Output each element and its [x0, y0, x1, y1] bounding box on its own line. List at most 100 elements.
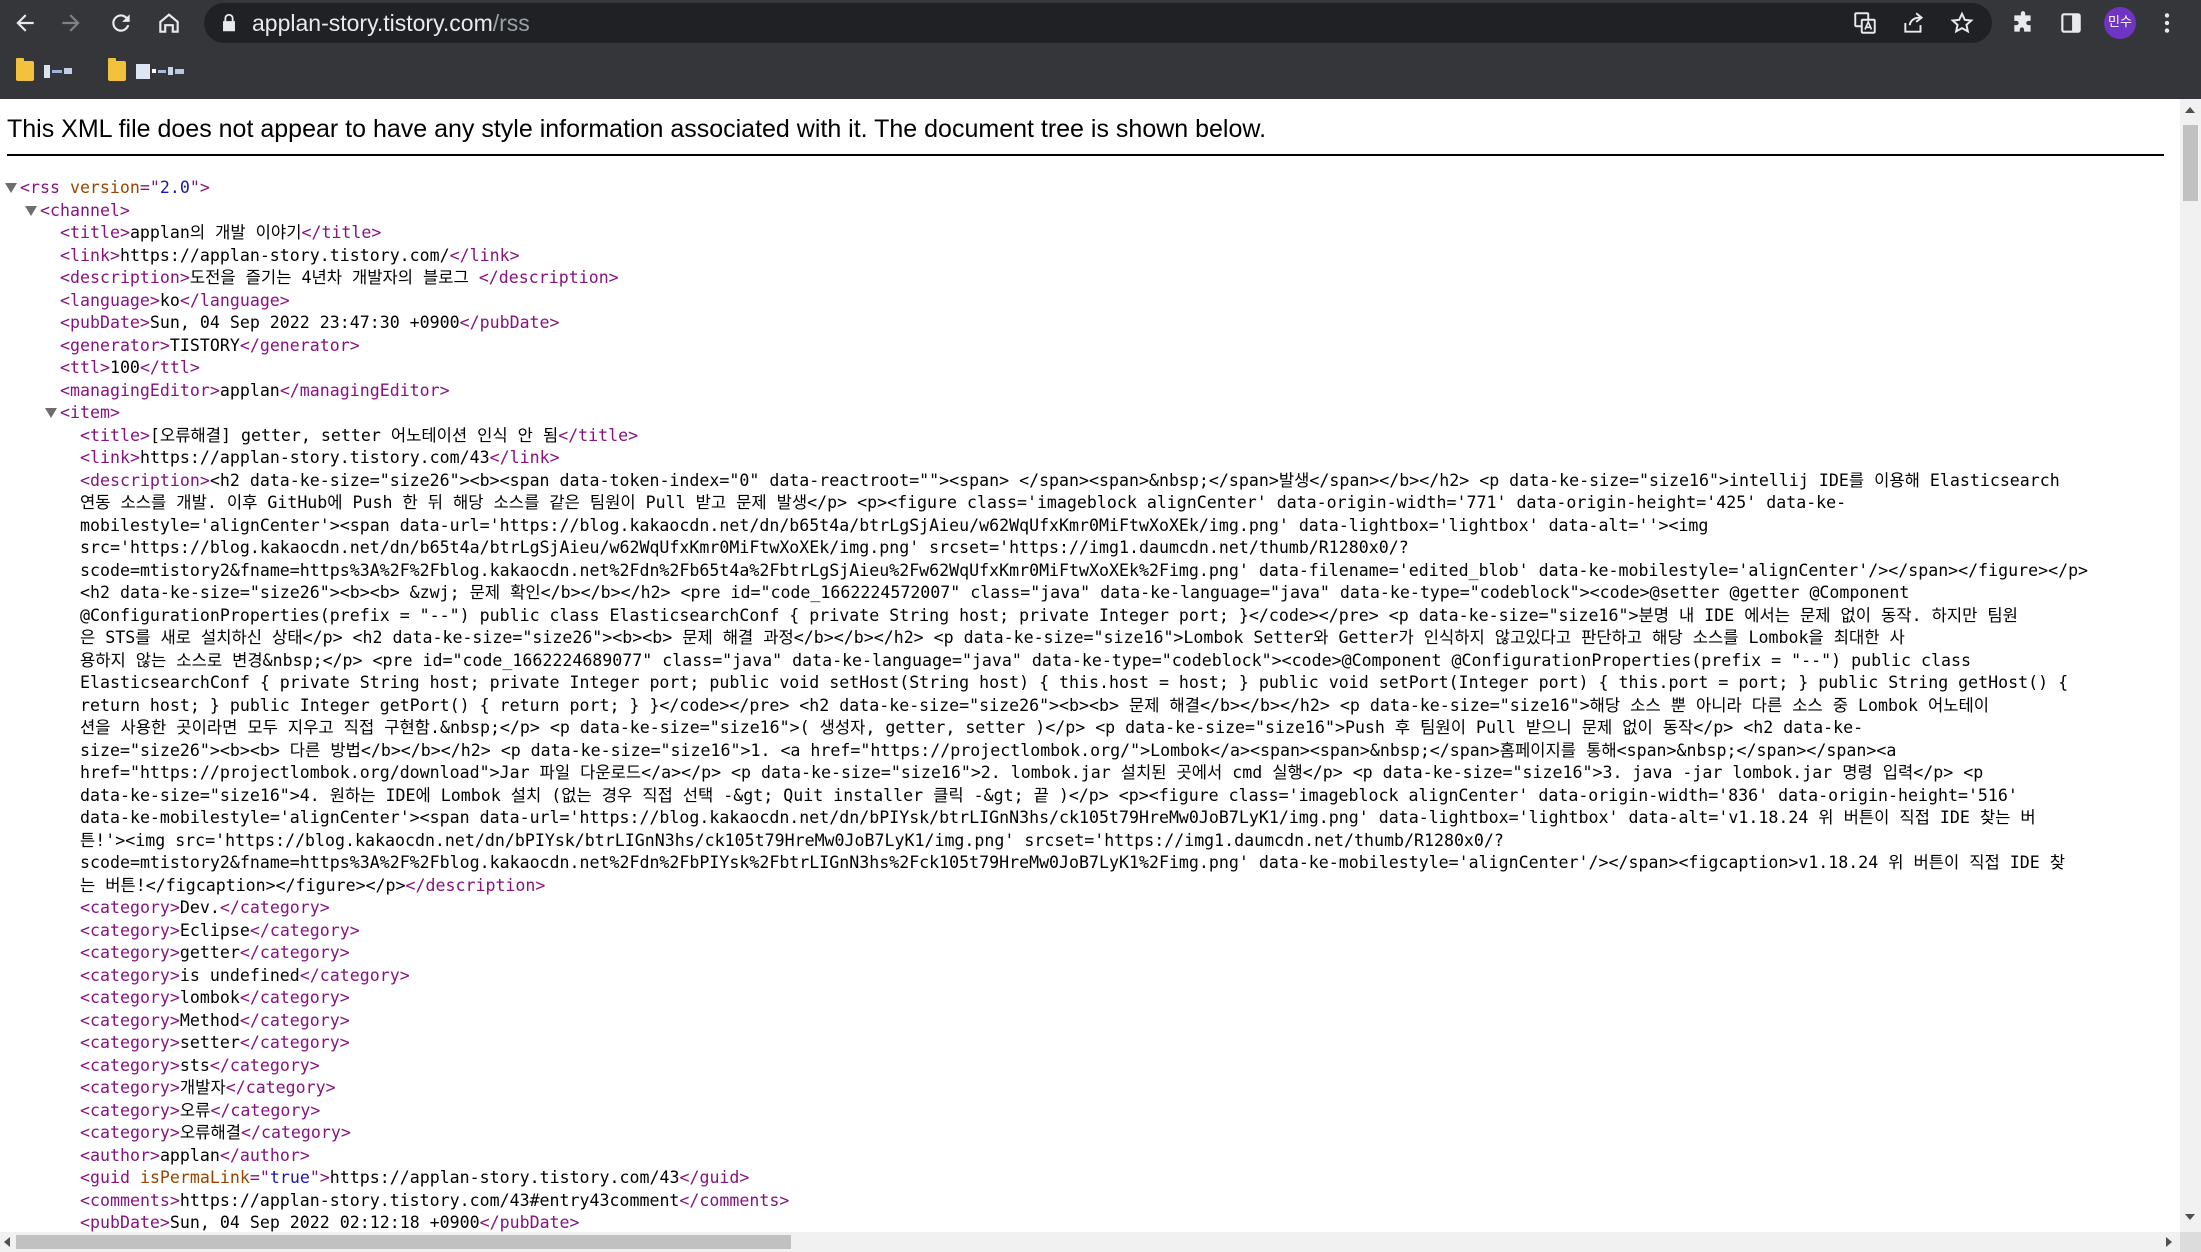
vertical-scrollbar[interactable]: [2180, 99, 2201, 1232]
vertical-scroll-thumb[interactable]: [2183, 125, 2198, 201]
collapse-triangle-icon[interactable]: [5, 183, 17, 193]
scroll-left-arrow-icon[interactable]: [4, 1237, 10, 1247]
xml-attribute-value: true: [269, 1168, 310, 1187]
page-viewport: This XML file does not appear to have an…: [0, 99, 2180, 1232]
xml-text: https://applan-story.tistory.com/43: [139, 448, 490, 467]
profile-avatar[interactable]: 민수: [2104, 7, 2136, 39]
scroll-down-arrow-icon[interactable]: [2185, 1214, 2195, 1220]
bookmark-folder[interactable]: [108, 56, 184, 86]
address-bar[interactable]: applan-story.tistory.com/rss: [204, 3, 1992, 43]
xml-text: TISTORY: [169, 335, 240, 355]
xml-line: <title>[오류해결] getter, setter 어노테이션 인식 안 …: [0, 425, 2180, 448]
xml-line: <link>https://applan-story.tistory.com/<…: [0, 245, 2180, 268]
xml-line: <author>applan</author>: [0, 1145, 2180, 1168]
xml-line: return host; } public Integer getPort() …: [0, 695, 2180, 718]
menu-button[interactable]: [2148, 4, 2186, 42]
xml-tag: </link>: [489, 448, 560, 467]
xml-line: href="https://projectlombok.org/download…: [0, 762, 2180, 785]
url-path: /rss: [492, 10, 530, 36]
extensions-button[interactable]: [2004, 4, 2042, 42]
xml-text: <h2 data-ke-size="size26"><b><b> &zwj; 문…: [80, 583, 1910, 602]
xml-tag: </description>: [405, 875, 546, 895]
xml-tag: </pubDate>: [459, 313, 560, 332]
xml-text: 용하지 않는 소스로 변경&nbsp;</p> <pre id="code_16…: [80, 650, 1971, 670]
xml-tag: </title>: [558, 425, 639, 445]
side-panel-button[interactable]: [2052, 4, 2090, 42]
xml-text: sts: [179, 1055, 210, 1075]
xml-text: scode=mtistory2&fname=https%3A%2F%2Fblog…: [80, 853, 2066, 872]
translate-icon[interactable]: [1852, 10, 1878, 36]
star-icon[interactable]: [1949, 10, 1975, 36]
bookmark-folder[interactable]: [16, 56, 72, 86]
xml-tag: <description>: [80, 470, 210, 490]
xml-line: 은 STS를 새로 설치하신 상태</p> <h2 data-ke-size="…: [0, 627, 2180, 650]
xml-attribute: isPermaLink: [139, 1168, 250, 1187]
bookmarks-bar: [0, 52, 2201, 92]
xml-attribute: version: [69, 178, 140, 197]
xml-tag: <generator>: [60, 335, 170, 355]
collapse-triangle-icon[interactable]: [25, 205, 37, 216]
xml-tag: <category>: [80, 920, 180, 940]
xml-line: <description><h2 data-ke-size="size26"><…: [0, 470, 2180, 493]
url-text[interactable]: applan-story.tistory.com/rss: [252, 3, 530, 43]
xml-text: Sun, 04 Sep 2022 23:47:30 +0900: [149, 313, 460, 332]
xml-line: size="size26"><b><b> 다른 방법</b></b></h2> …: [0, 740, 2180, 763]
xml-text: https://applan-story.tistory.com/43: [329, 1168, 680, 1187]
xml-tag: <category>: [80, 965, 180, 985]
xml-line: <category>getter</category>: [0, 942, 2180, 965]
horizontal-scroll-thumb[interactable]: [16, 1235, 791, 1249]
lock-icon[interactable]: [218, 12, 240, 34]
xml-tag: </managingEditor>: [279, 380, 450, 400]
xml-line: scode=mtistory2&fname=https%3A%2F%2Fblog…: [0, 852, 2180, 875]
xml-text: applan: [219, 380, 280, 400]
xml-line: <category>개발자</category>: [0, 1077, 2180, 1100]
xml-line: <item>: [0, 402, 2180, 425]
xml-tag: <guid: [80, 1168, 140, 1187]
xml-line: <pubDate>Sun, 04 Sep 2022 02:12:18 +0900…: [0, 1212, 2180, 1232]
home-button[interactable]: [150, 4, 188, 42]
xml-text: 연동 소스를 개발. 이후 GitHub에 Push 한 뒤 해당 소스를 같은…: [80, 493, 1847, 512]
folder-icon: [16, 58, 34, 81]
xml-text: 도전을 즐기는 4년차 개발자의 블로그: [189, 268, 479, 287]
xml-tag: ">: [189, 178, 210, 197]
xml-text: data-ke-mobilestyle='alignCenter'><span …: [80, 808, 2036, 827]
xml-tag: </title>: [301, 223, 382, 242]
xml-text: Eclipse: [179, 920, 250, 940]
scroll-right-arrow-icon[interactable]: [2166, 1237, 2172, 1247]
share-icon[interactable]: [1901, 10, 1927, 36]
xml-line: <link>https://applan-story.tistory.com/4…: [0, 447, 2180, 470]
xml-line: data-ke-size="size16">4. 원하는 IDE에 Lombok…: [0, 785, 2180, 808]
kebab-menu-icon: [2164, 13, 2170, 33]
xml-line: <managingEditor>applan</managingEditor>: [0, 380, 2180, 403]
scroll-up-arrow-icon[interactable]: [2185, 107, 2195, 113]
xml-text: 는 버튼!</figcaption></figure></p>: [80, 875, 406, 895]
xml-tag: </generator>: [239, 335, 360, 355]
collapse-triangle-icon[interactable]: [45, 408, 57, 418]
forward-arrow-icon: [62, 14, 80, 32]
xml-tag: <description>: [60, 268, 190, 287]
xml-tag: <category>: [80, 1055, 180, 1075]
xml-text: @ConfigurationProperties(prefix = "--") …: [80, 605, 2018, 625]
xml-tag: <channel>: [40, 200, 130, 220]
xml-text: Dev.: [179, 898, 220, 917]
horizontal-scrollbar[interactable]: [0, 1232, 2180, 1252]
xml-text: scode=mtistory2&fname=https%3A%2F%2Fblog…: [80, 560, 2089, 580]
reload-button[interactable]: [102, 4, 140, 42]
xml-text: 100: [109, 358, 140, 377]
xml-tag: <category>: [80, 943, 180, 962]
xml-line: 션을 사용한 곳이라면 모두 지우고 직접 구현함.&nbsp;</p> <p …: [0, 717, 2180, 740]
xml-line: <generator>TISTORY</generator>: [0, 335, 2180, 358]
xml-line: <h2 data-ke-size="size26"><b><b> &zwj; 문…: [0, 582, 2180, 605]
xml-line: src='https://blog.kakaocdn.net/dn/b65t4a…: [0, 537, 2180, 560]
notice-divider: [7, 154, 2164, 156]
xml-line: <category>오류해결</category>: [0, 1122, 2180, 1145]
xml-tag: <category>: [80, 1033, 180, 1052]
xml-text: https://applan-story.tistory.com/: [119, 245, 450, 265]
xml-text: mobilestyle='alignCenter'><span data-url…: [80, 515, 1709, 535]
xml-tag: <comments>: [80, 1190, 180, 1210]
xml-tag: </category>: [219, 898, 330, 917]
xml-text: <h2 data-ke-size="size26"><b><span data-…: [209, 470, 2060, 490]
forward-button[interactable]: [52, 4, 90, 42]
xml-line: <language>ko</language>: [0, 290, 2180, 313]
back-button[interactable]: [6, 4, 44, 42]
